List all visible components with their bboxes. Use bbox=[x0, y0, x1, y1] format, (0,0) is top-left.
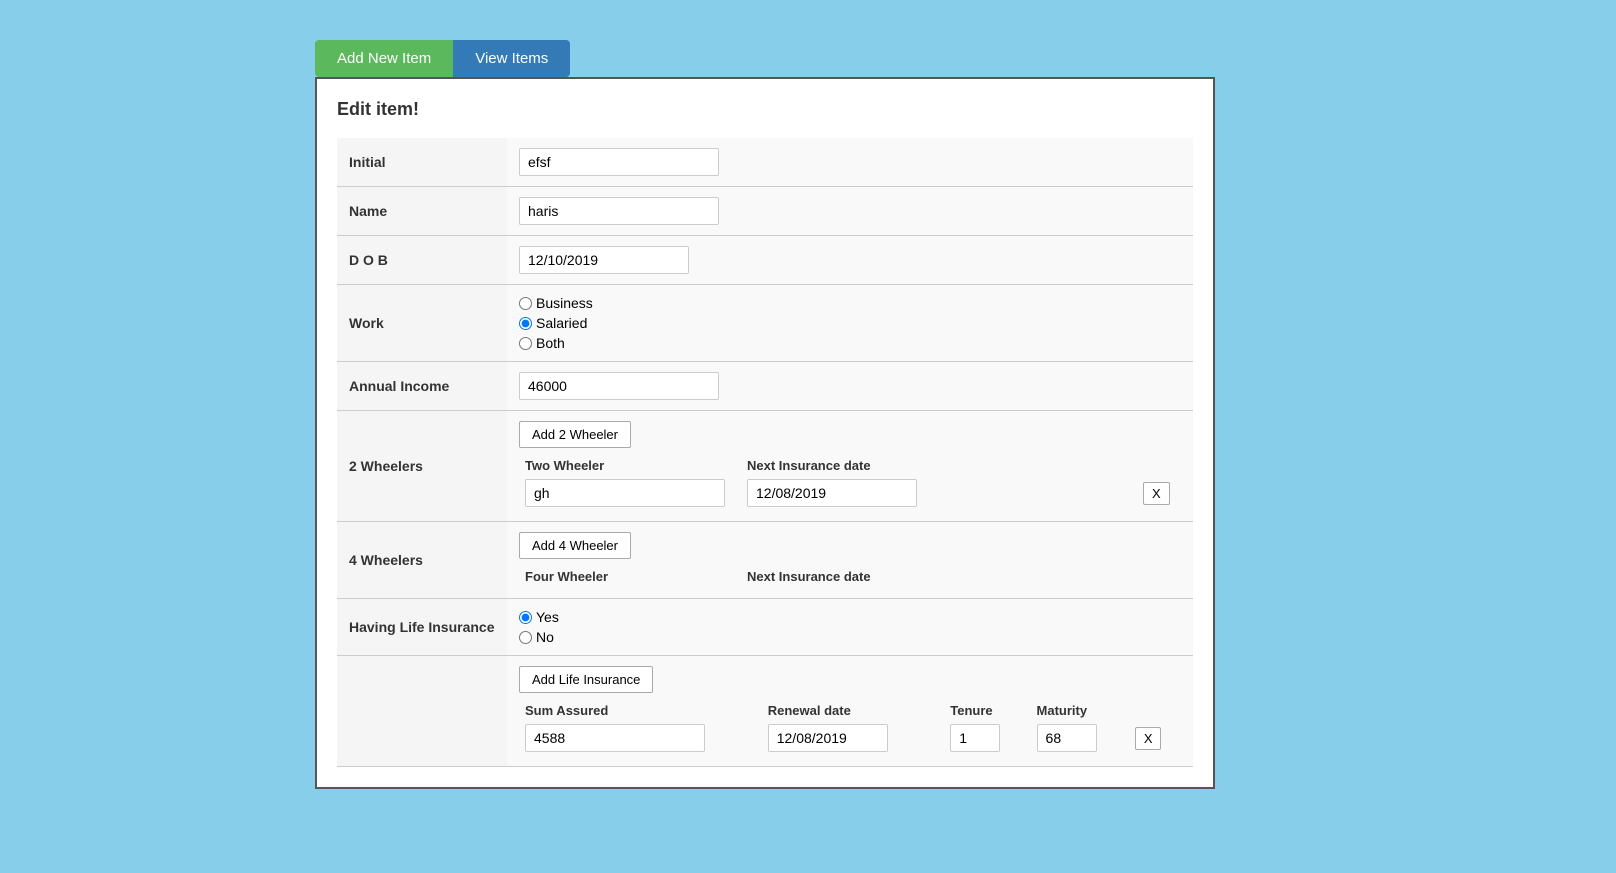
life-no-radio[interactable] bbox=[519, 631, 532, 644]
having-life-insurance-field-cell: Yes No bbox=[507, 599, 1193, 656]
life-no-label: No bbox=[536, 629, 554, 645]
life-yes-option[interactable]: Yes bbox=[519, 609, 1181, 625]
dob-input[interactable] bbox=[519, 246, 689, 274]
life-insurance-remove-cell: X bbox=[1131, 722, 1179, 754]
having-life-insurance-row: Having Life Insurance Yes No bbox=[337, 599, 1193, 656]
dob-field-cell bbox=[507, 236, 1193, 285]
add-life-insurance-button[interactable]: Add Life Insurance bbox=[519, 666, 653, 693]
life-insurance-details-cell: Add Life Insurance Sum Assured Renewal d… bbox=[507, 656, 1193, 767]
add-2-wheeler-button[interactable]: Add 2 Wheeler bbox=[519, 421, 631, 448]
two-wheeler-remove-button[interactable]: X bbox=[1143, 482, 1170, 505]
life-insurance-details-row: Add Life Insurance Sum Assured Renewal d… bbox=[337, 656, 1193, 767]
annual-income-input[interactable] bbox=[519, 372, 719, 400]
life-yes-radio[interactable] bbox=[519, 611, 532, 624]
four-wheelers-field-cell: Add 4 Wheeler Four Wheeler Next Insuranc… bbox=[507, 522, 1193, 599]
two-wheelers-row: 2 Wheelers Add 2 Wheeler Two Wheeler Nex… bbox=[337, 411, 1193, 522]
work-salaried-radio[interactable] bbox=[519, 317, 532, 330]
annual-income-field-cell bbox=[507, 362, 1193, 411]
maturity-cell bbox=[1033, 722, 1129, 754]
initial-label: Initial bbox=[337, 138, 507, 187]
life-insurance-sub-table: Sum Assured Renewal date Tenure Maturity bbox=[519, 699, 1181, 756]
annual-income-row: Annual Income bbox=[337, 362, 1193, 411]
four-wheeler-col-header: Four Wheeler bbox=[521, 567, 741, 586]
two-wheeler-ins-col-header: Next Insurance date bbox=[743, 456, 1137, 475]
work-label: Work bbox=[337, 285, 507, 362]
name-row: Name bbox=[337, 187, 1193, 236]
initial-input[interactable] bbox=[519, 148, 719, 176]
add-new-item-tab[interactable]: Add New Item bbox=[315, 40, 453, 77]
initial-row: Initial bbox=[337, 138, 1193, 187]
form-title: Edit item! bbox=[337, 99, 1193, 120]
form-table: Initial Name D O B Work bbox=[337, 138, 1193, 767]
work-salaried-label: Salaried bbox=[536, 315, 587, 331]
page-container: Add New Item View Items Edit item! Initi… bbox=[0, 0, 1616, 789]
two-wheeler-ins-date-input[interactable] bbox=[747, 479, 917, 507]
maturity-input[interactable] bbox=[1037, 724, 1097, 752]
sum-assured-input[interactable] bbox=[525, 724, 705, 752]
name-label: Name bbox=[337, 187, 507, 236]
two-wheeler-name-input[interactable] bbox=[525, 479, 725, 507]
four-wheeler-ins-col-header: Next Insurance date bbox=[743, 567, 1137, 586]
sum-assured-col-header: Sum Assured bbox=[521, 701, 762, 720]
life-insurance-radio-group: Yes No bbox=[519, 609, 1181, 645]
two-wheeler-sub-table: Two Wheeler Next Insurance date bbox=[519, 454, 1181, 511]
add-4-wheeler-button[interactable]: Add 4 Wheeler bbox=[519, 532, 631, 559]
work-field-cell: Business Salaried Both bbox=[507, 285, 1193, 362]
two-wheelers-label: 2 Wheelers bbox=[337, 411, 507, 522]
tabs-row: Add New Item View Items bbox=[315, 40, 570, 77]
two-wheeler-col-header: Two Wheeler bbox=[521, 456, 741, 475]
form-panel: Edit item! Initial Name D O B bbox=[315, 77, 1215, 789]
two-wheeler-ins-date-cell bbox=[743, 477, 1137, 509]
two-wheeler-data-row: X bbox=[521, 477, 1179, 509]
work-business-label: Business bbox=[536, 295, 593, 311]
work-business-option[interactable]: Business bbox=[519, 295, 1181, 311]
life-insurance-remove-button[interactable]: X bbox=[1135, 727, 1162, 750]
life-no-option[interactable]: No bbox=[519, 629, 1181, 645]
work-both-radio[interactable] bbox=[519, 337, 532, 350]
dob-row: D O B bbox=[337, 236, 1193, 285]
two-wheeler-header-row: Two Wheeler Next Insurance date bbox=[521, 456, 1179, 475]
name-field-cell bbox=[507, 187, 1193, 236]
annual-income-label: Annual Income bbox=[337, 362, 507, 411]
dob-label: D O B bbox=[337, 236, 507, 285]
having-life-insurance-label: Having Life Insurance bbox=[337, 599, 507, 656]
four-wheelers-label: 4 Wheelers bbox=[337, 522, 507, 599]
work-radio-group: Business Salaried Both bbox=[519, 295, 1181, 351]
two-wheeler-name-cell bbox=[521, 477, 741, 509]
sum-assured-cell bbox=[521, 722, 762, 754]
four-wheeler-sub-table: Four Wheeler Next Insurance date bbox=[519, 565, 1181, 588]
initial-field-cell bbox=[507, 138, 1193, 187]
work-salaried-option[interactable]: Salaried bbox=[519, 315, 1181, 331]
renewal-date-input[interactable] bbox=[768, 724, 888, 752]
work-both-option[interactable]: Both bbox=[519, 335, 1181, 351]
renewal-date-cell bbox=[764, 722, 945, 754]
life-insurance-data-row: X bbox=[521, 722, 1179, 754]
view-items-tab[interactable]: View Items bbox=[453, 40, 570, 77]
tenure-input[interactable] bbox=[950, 724, 1000, 752]
work-business-radio[interactable] bbox=[519, 297, 532, 310]
life-yes-label: Yes bbox=[536, 609, 559, 625]
tenure-col-header: Tenure bbox=[946, 701, 1030, 720]
two-wheeler-remove-cell: X bbox=[1139, 477, 1179, 509]
life-insurance-header-row: Sum Assured Renewal date Tenure Maturity bbox=[521, 701, 1179, 720]
work-both-label: Both bbox=[536, 335, 565, 351]
life-insurance-details-label bbox=[337, 656, 507, 767]
four-wheeler-header-row: Four Wheeler Next Insurance date bbox=[521, 567, 1179, 586]
renewal-date-col-header: Renewal date bbox=[764, 701, 945, 720]
tenure-cell bbox=[946, 722, 1030, 754]
work-row: Work Business Salaried Both bbox=[337, 285, 1193, 362]
two-wheelers-field-cell: Add 2 Wheeler Two Wheeler Next Insurance… bbox=[507, 411, 1193, 522]
name-input[interactable] bbox=[519, 197, 719, 225]
maturity-col-header: Maturity bbox=[1033, 701, 1129, 720]
four-wheelers-row: 4 Wheelers Add 4 Wheeler Four Wheeler Ne… bbox=[337, 522, 1193, 599]
